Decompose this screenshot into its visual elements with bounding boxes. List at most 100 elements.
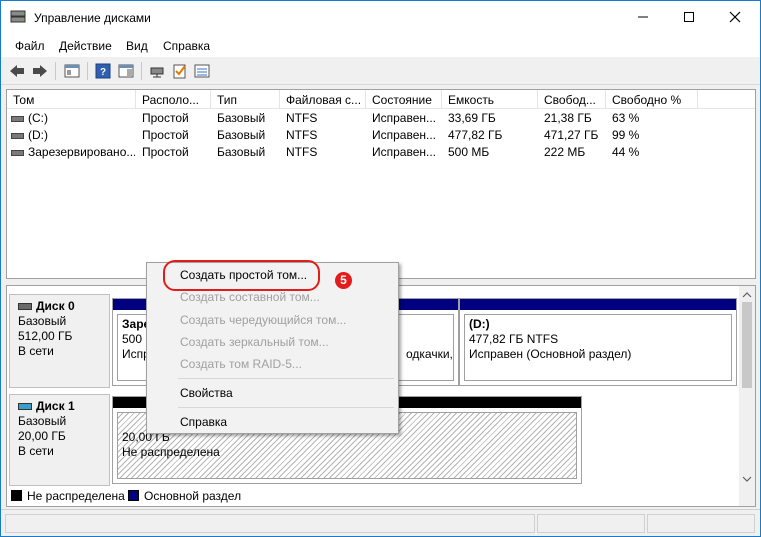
percent-free-cell: 63 %: [612, 111, 640, 125]
toolbar-separator: [55, 62, 56, 80]
back-button[interactable]: [7, 61, 27, 81]
help-button[interactable]: ?: [93, 61, 113, 81]
highlight-annotation: [163, 260, 320, 291]
menu-separator: [178, 378, 394, 379]
scroll-up-icon[interactable]: [739, 288, 755, 302]
close-icon: [729, 11, 741, 23]
scroll-down-icon[interactable]: [739, 472, 755, 486]
forward-button[interactable]: [30, 61, 50, 81]
drive-icon: [11, 132, 24, 139]
volume-list: Том Располо... Тип Файловая с... Состоян…: [6, 89, 756, 279]
volume-row[interactable]: (D:) Простой Базовый NTFS Исправен... 47…: [7, 127, 755, 144]
menu-item-properties[interactable]: Свойства: [180, 386, 233, 400]
minimize-icon: [638, 16, 648, 18]
menu-view[interactable]: Вид: [126, 39, 148, 53]
volume-row[interactable]: Зарезервировано... Простой Базовый NTFS …: [7, 144, 755, 161]
details-list-icon: [194, 64, 210, 78]
filesystem-cell: NTFS: [286, 111, 318, 125]
column-header-capacity[interactable]: Емкость: [442, 90, 538, 109]
arrow-right-icon: [33, 65, 47, 77]
volume-name-cell: (D:): [11, 128, 135, 142]
menu-item-create-spanned-volume[interactable]: Создать составной том...: [180, 290, 320, 304]
filesystem-cell: NTFS: [286, 128, 318, 142]
menu-item-create-mirrored-volume[interactable]: Создать зеркальный том...: [180, 335, 329, 349]
console-tree-button[interactable]: [62, 61, 82, 81]
column-header-status[interactable]: Состояние: [366, 90, 442, 109]
disk-1-label[interactable]: Диск 1 Базовый 20,00 ГБ В сети: [9, 394, 110, 486]
properties-button[interactable]: [170, 61, 190, 81]
disk-type: Базовый: [18, 414, 67, 428]
free-space-cell: 21,38 ГБ: [544, 111, 592, 125]
menu-action[interactable]: Действие: [59, 39, 112, 53]
volume-name-cell: Зарезервировано...: [11, 145, 135, 159]
status-segment: [5, 514, 535, 533]
legend-primary: Основной раздел: [144, 489, 242, 503]
volume-name-cell: (C:): [11, 111, 135, 125]
close-button[interactable]: [712, 1, 758, 33]
toolbar-separator: [87, 62, 88, 80]
disk-management-app-icon: [10, 10, 26, 24]
maximize-icon: [684, 12, 694, 22]
volume-row[interactable]: (C:) Простой Базовый NTFS Исправен... 33…: [7, 110, 755, 127]
menu-bar: Файл Действие Вид Справка: [1, 35, 760, 57]
partition-status: Исправен (Основной раздел): [469, 347, 632, 361]
column-header-layout[interactable]: Располо...: [136, 90, 211, 109]
show-hide-pane-button[interactable]: [116, 61, 136, 81]
minimize-button[interactable]: [620, 1, 666, 33]
layout-cell: Простой: [142, 128, 189, 142]
connect-disk-icon: [150, 67, 164, 78]
percent-free-cell: 99 %: [612, 128, 640, 142]
menu-file[interactable]: Файл: [15, 39, 45, 53]
layout-cell: Простой: [142, 145, 189, 159]
disk-name: Диск 0: [36, 299, 75, 313]
window-title: Управление дисками: [34, 11, 151, 25]
capacity-cell: 500 МБ: [448, 145, 490, 159]
type-cell: Базовый: [217, 145, 266, 159]
type-cell: Базовый: [217, 128, 266, 142]
status-cell: Исправен...: [372, 128, 437, 142]
status-segment: [537, 514, 645, 533]
toolbar-separator: [141, 62, 142, 80]
connect-button[interactable]: [147, 61, 167, 81]
disk-icon: [18, 303, 32, 311]
filesystem-cell: NTFS: [286, 145, 318, 159]
percent-free-cell: 44 %: [612, 145, 640, 159]
disk-status: В сети: [18, 444, 54, 458]
menu-item-create-raid5-volume[interactable]: Создать том RAID-5...: [180, 357, 302, 371]
legend-swatch-primary: [128, 490, 139, 501]
disk-map-scrollbar[interactable]: [739, 286, 755, 506]
disk-size: 512,00 ГБ: [18, 329, 73, 343]
volume-list-header: Том Располо... Тип Файловая с... Состоян…: [7, 90, 755, 109]
disk-status: В сети: [18, 344, 54, 358]
console-tree-icon: [64, 64, 80, 78]
drive-icon: [11, 115, 24, 122]
menu-item-help[interactable]: Справка: [180, 415, 227, 429]
column-header-filesystem[interactable]: Файловая с...: [280, 90, 366, 109]
menu-item-create-striped-volume[interactable]: Создать чередующийся том...: [180, 313, 346, 327]
scrollbar-thumb[interactable]: [742, 302, 752, 388]
status-segment: [647, 514, 755, 533]
partition-status: Не распределена: [122, 445, 220, 459]
free-space-cell: 222 МБ: [544, 145, 586, 159]
disk-0-label[interactable]: Диск 0 Базовый 512,00 ГБ В сети: [9, 294, 110, 388]
arrow-left-icon: [10, 65, 24, 77]
checklist-icon: [173, 64, 186, 79]
drive-icon: [11, 149, 24, 156]
column-header-volume[interactable]: Том: [7, 90, 136, 109]
pane-icon: [118, 64, 134, 78]
maximize-button[interactable]: [666, 1, 712, 33]
help-icon: ?: [95, 63, 111, 79]
column-header-type[interactable]: Тип: [211, 90, 280, 109]
partition-size: 477,82 ГБ NTFS: [469, 332, 559, 346]
status-bar: [1, 509, 760, 536]
column-header-free-space[interactable]: Свобод...: [538, 90, 606, 109]
volume-name: (C:): [28, 111, 48, 125]
status-cell: Исправен...: [372, 111, 437, 125]
details-button[interactable]: [192, 61, 212, 81]
partition-d[interactable]: (D:) 477,82 ГБ NTFS Исправен (Основной р…: [459, 298, 737, 386]
menu-help[interactable]: Справка: [163, 39, 210, 53]
volume-name: (D:): [28, 128, 48, 142]
menu-separator: [178, 407, 394, 408]
title-bar: Управление дисками: [1, 1, 760, 35]
column-header-percent-free[interactable]: Свободно %: [606, 90, 698, 109]
